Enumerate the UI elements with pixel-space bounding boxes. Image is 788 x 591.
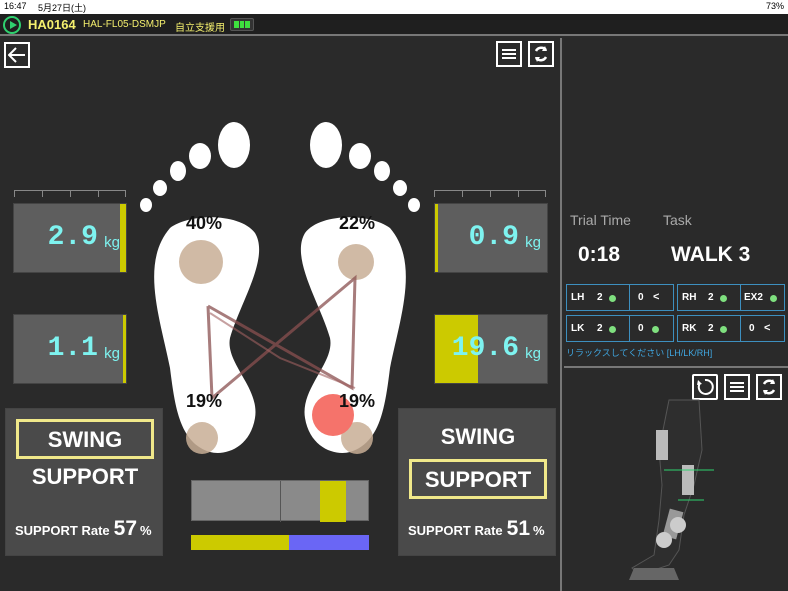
right-toe-load: 0.9 kg (434, 203, 548, 273)
status-bar: 16:47 5月27日(土) 73% (0, 0, 788, 14)
device-mode: 自立支援用 (175, 23, 225, 34)
foot-pressure-panel: 2.9 kg 1.1 kg 0.9 kg 19.6 kg 40% 19% 22%… (0, 38, 562, 591)
left-heel-load: 1.1 kg (13, 314, 127, 384)
right-toe-load-value: 0.9 (468, 222, 519, 253)
balance-left-segment (191, 535, 289, 550)
left-support-tag: SUPPORT (31, 464, 139, 489)
arrow-left-icon: < (653, 291, 660, 303)
left-toe-percent: 40% (185, 213, 223, 233)
left-heel-pressure (186, 422, 218, 454)
right-phase-box: SWING SUPPORT SUPPORT Rate 51% (398, 408, 556, 556)
left-toe-load-value: 2.9 (47, 222, 98, 253)
robot-view-panel (564, 370, 788, 591)
clock: 16:47 (4, 1, 27, 11)
left-toe-load-unit: kg (104, 234, 120, 251)
left-toe-pressure (179, 240, 223, 284)
menu-icon[interactable] (496, 41, 522, 67)
device-id: HA0164 (28, 17, 76, 32)
task-label: Task (663, 212, 692, 228)
battery-percent: 73% (765, 1, 784, 11)
left-heel-load-fill (122, 315, 126, 383)
right-big-toe (310, 122, 342, 168)
left-top-scale (14, 190, 126, 198)
right-heel-load-unit: kg (525, 345, 541, 362)
play-icon[interactable] (3, 16, 21, 34)
left-heel-load-value: 1.1 (47, 333, 98, 364)
right-heel-load-value: 19.6 (451, 333, 519, 364)
left-support-rate-value: 57 (113, 517, 137, 540)
trial-time-value: 0:18 (578, 243, 621, 266)
left-phase-box: SWING SUPPORT SUPPORT Rate 57% (5, 408, 163, 556)
weight-balance-bar (191, 535, 369, 550)
right-toe-load-unit: kg (525, 234, 541, 251)
refresh-icon[interactable] (528, 41, 554, 67)
right-swing-tag: SWING (440, 424, 516, 449)
device-model: HAL-FL05-DSMJP (83, 19, 166, 30)
right-support-tag: SUPPORT (409, 459, 547, 499)
app-header: HA0164 HAL-FL05-DSMJP 自立支援用 (0, 14, 788, 36)
left-support-rate: SUPPORT Rate 57% (15, 517, 152, 540)
left-swing-tag: SWING (16, 419, 154, 459)
date: 5月27日(土) (38, 3, 87, 13)
right-toe-percent: 22% (338, 213, 376, 233)
right-support-rate: SUPPORT Rate 51% (408, 517, 545, 540)
relax-message: リラックスしてください [LH/LK/RH] (566, 348, 713, 358)
arrow-left-icon: < (764, 322, 771, 334)
back-arrow-icon[interactable] (4, 42, 30, 68)
refresh-icon[interactable] (756, 374, 782, 400)
battery-icon (230, 18, 254, 31)
task-value: WALK 3 (671, 243, 751, 266)
joint-cell-rh[interactable]: RH 2 EX2 (677, 284, 785, 311)
joint-cell-lk[interactable]: LK 2 0 (566, 315, 674, 342)
joint-cell-rk[interactable]: RK 2 0 < (677, 315, 785, 342)
left-heel-percent: 19% (185, 391, 223, 411)
right-heel-load: 19.6 kg (434, 314, 548, 384)
foot-diagram (140, 122, 420, 454)
left-toe-load: 2.9 kg (13, 203, 127, 273)
right-heel-percent: 19% (338, 391, 376, 411)
right-toe-pressure (338, 244, 374, 280)
left-heel-load-unit: kg (104, 345, 120, 362)
right-support-rate-value: 51 (506, 517, 530, 540)
phase-timeline (191, 480, 369, 522)
joint-cell-lh[interactable]: LH 2 0 < (566, 284, 674, 311)
left-big-toe (218, 122, 250, 168)
balance-right-segment (288, 535, 369, 550)
right-toe-load-fill (435, 204, 438, 272)
left-toe-load-fill (120, 204, 126, 272)
right-top-scale (434, 190, 546, 198)
trial-time-label: Trial Time (570, 212, 631, 228)
phase-timeline-marker (320, 481, 346, 522)
robot-legs-3d (629, 399, 714, 580)
